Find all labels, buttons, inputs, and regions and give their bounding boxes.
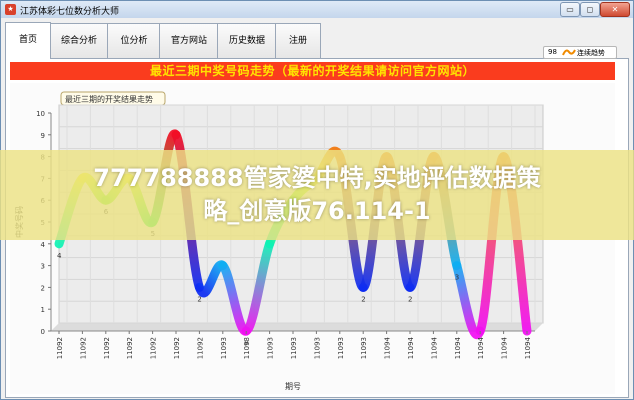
y-tick-label: 1 (41, 306, 45, 314)
app-logo-icon: ★ (5, 4, 16, 15)
x-tick-label: 11092 (79, 337, 87, 359)
x-tick-label: 11092 (173, 337, 181, 359)
x-tick-label: 11092 (126, 337, 134, 359)
tab-history-data[interactable]: 历史数据 (217, 23, 277, 58)
window-title: 江苏体彩七位数分析大师 (20, 7, 120, 17)
data-label: 4 (57, 252, 62, 260)
x-tick-label: 11092 (103, 337, 111, 359)
data-label: 2 (408, 295, 412, 303)
y-tick-label: 2 (41, 284, 45, 292)
data-label: 2 (197, 295, 201, 303)
data-label: 2 (361, 295, 365, 303)
x-tick-label: 11093 (220, 337, 228, 359)
x-tick-label: 11093 (267, 337, 275, 359)
x-tick-label: 11093 (290, 337, 298, 359)
y-tick-label: 4 (41, 241, 46, 249)
legend-series-name: 连续趋势 (577, 49, 605, 57)
close-button[interactable]: ✕ (600, 2, 630, 17)
legend-swatch-icon (562, 49, 576, 56)
x-tick-label: 11093 (337, 337, 345, 359)
x-tick-label: 11092 (56, 337, 64, 359)
promo-overlay: 777788888管家婆中特,实地评估数据策 略_创意版76.114-1 (0, 150, 634, 240)
x-tick-label: 11092 (196, 337, 204, 359)
x-tick-label: 11093 (313, 337, 321, 359)
y-tick-label: 0 (41, 328, 45, 336)
title-bar[interactable]: ★ 江苏体彩七位数分析大师 ▭ ◻ ✕ (1, 1, 633, 18)
legend-value: 98 (548, 48, 557, 56)
y-tick-label: 10 (36, 110, 45, 118)
tab-home[interactable]: 首页 (5, 22, 51, 59)
x-tick-label: 11094 (477, 336, 485, 359)
x-tick-label: 11092 (150, 337, 158, 359)
tab-comprehensive-analysis[interactable]: 综合分析 (49, 23, 109, 58)
tab-position-analysis[interactable]: 位分析 (107, 23, 161, 58)
x-axis-label: 期号 (285, 382, 301, 391)
overlay-text: 777788888管家婆中特,实地评估数据策 略_创意版76.114-1 (0, 162, 634, 228)
x-tick-label: 11094 (501, 336, 509, 359)
chart-legend: 98 连续趋势 (543, 46, 617, 59)
x-tick-label: 11093 (243, 337, 251, 359)
chart-title: 最近三期的开奖结果走势 (65, 94, 153, 104)
restore-button[interactable]: ◻ (580, 2, 600, 17)
minimize-button[interactable]: ▭ (560, 2, 580, 17)
tab-official-website[interactable]: 官方网站 (159, 23, 219, 58)
overlay-line-1: 777788888管家婆中特,实地评估数据策 (93, 164, 541, 192)
x-tick-label: 11094 (454, 336, 462, 359)
tab-register[interactable]: 注册 (275, 23, 321, 58)
x-tick-label: 11094 (407, 336, 415, 359)
x-tick-label: 11093 (360, 337, 368, 359)
trend-banner: 最近三期中奖号码走势（最新的开奖结果请访问官方网站） (10, 62, 615, 80)
x-tick-label: 11094 (430, 336, 438, 359)
x-tick-label: 11094 (384, 336, 392, 359)
x-tick-label: 11094 (524, 336, 532, 359)
y-tick-label: 3 (41, 263, 45, 271)
data-label: 3 (455, 274, 459, 282)
overlay-line-2: 略_创意版76.114-1 (203, 197, 431, 225)
y-tick-label: 9 (41, 132, 45, 140)
